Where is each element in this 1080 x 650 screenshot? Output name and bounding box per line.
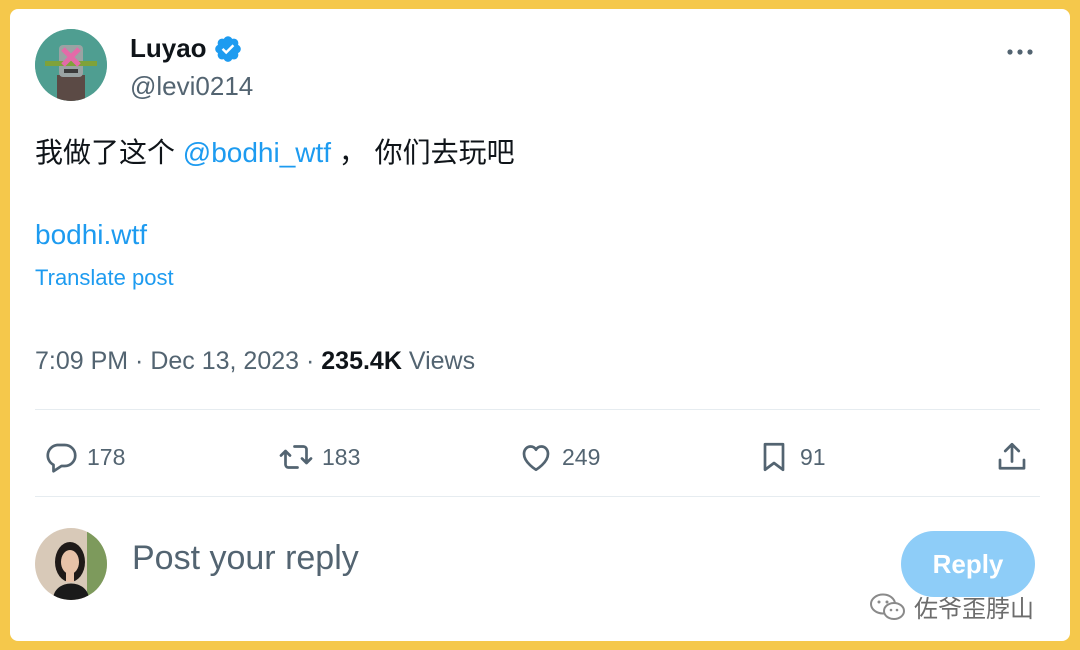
verified-badge-icon xyxy=(215,36,241,62)
user-avatar[interactable] xyxy=(35,528,107,600)
reply-icon xyxy=(46,443,77,473)
author-handle[interactable]: @levi0214 xyxy=(130,71,253,102)
translate-post-link[interactable]: Translate post xyxy=(35,265,174,291)
like-action[interactable]: 249 xyxy=(518,437,600,477)
watermark-text: 佐爷歪脖山 xyxy=(914,596,1034,623)
post-text-part: 我做了这个 xyxy=(35,137,183,168)
post-text-part: ， 你们去玩吧 xyxy=(331,137,515,168)
mention-link[interactable]: @bodhi_wtf xyxy=(183,137,331,168)
reply-action[interactable]: 178 xyxy=(43,437,125,477)
reply-input[interactable] xyxy=(132,539,732,578)
wechat-icon xyxy=(870,593,905,620)
divider xyxy=(35,409,1040,410)
watermark: 佐爷歪脖山 xyxy=(868,589,1034,624)
share-action[interactable] xyxy=(994,437,1030,477)
repost-action[interactable]: 183 xyxy=(278,437,360,477)
post-date[interactable]: Dec 13, 2023 xyxy=(150,347,299,375)
views-count: 235.4K xyxy=(321,347,402,375)
author-name[interactable]: Luyao xyxy=(130,33,207,64)
divider xyxy=(35,496,1040,497)
repost-icon xyxy=(279,445,313,469)
views-label: Views xyxy=(408,347,476,375)
like-icon xyxy=(522,445,550,472)
share-icon xyxy=(998,442,1026,470)
post-meta: 7:09 PM · Dec 13, 2023 · 235.4K Views xyxy=(35,347,476,375)
tweet-card: Luyao @levi0214 我做了这个 @bodhi_wtf ， 你们去玩吧… xyxy=(10,9,1070,641)
bookmark-action[interactable]: 91 xyxy=(756,437,826,477)
post-link[interactable]: bodhi.wtf xyxy=(35,219,147,251)
bookmark-count: 91 xyxy=(800,443,826,470)
reply-count: 178 xyxy=(87,443,126,470)
more-icon[interactable] xyxy=(1004,36,1036,68)
reply-button[interactable]: Reply xyxy=(901,531,1035,597)
author-avatar[interactable] xyxy=(35,29,107,101)
bookmark-icon xyxy=(763,442,785,472)
repost-count: 183 xyxy=(322,443,361,470)
post-time[interactable]: 7:09 PM xyxy=(35,347,128,375)
like-count: 249 xyxy=(562,443,601,470)
post-text: 我做了这个 @bodhi_wtf ， 你们去玩吧 xyxy=(35,131,515,171)
